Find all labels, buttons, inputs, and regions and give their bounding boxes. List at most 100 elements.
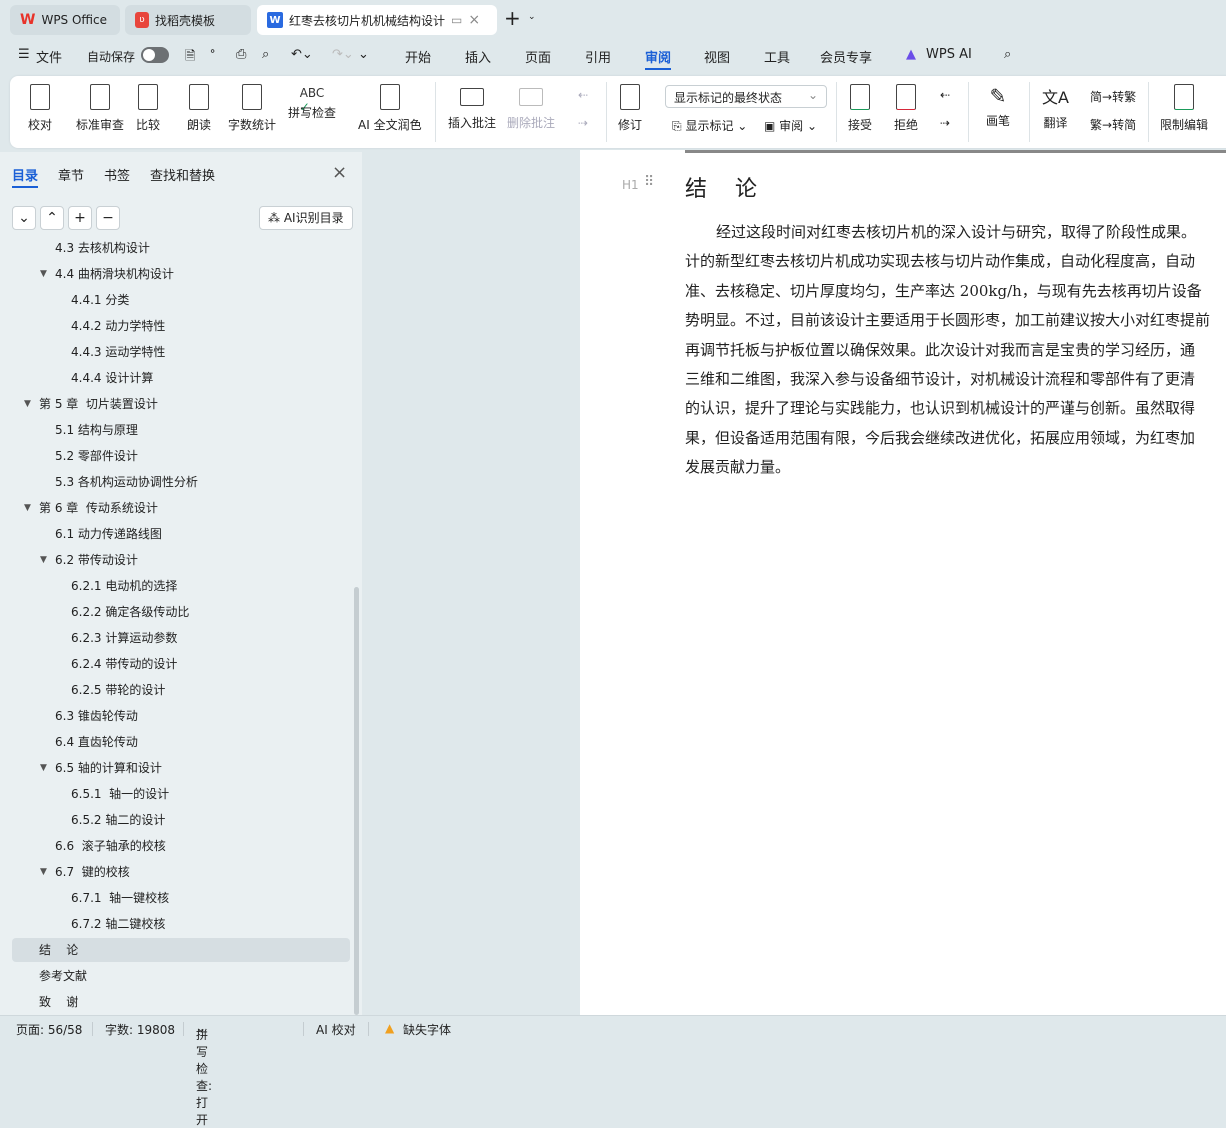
expand-arrow-icon[interactable]: ▼ xyxy=(24,392,31,416)
tab-document[interactable]: W 红枣去核切片机机械结构设计 ▭ × xyxy=(257,5,497,35)
previous-comment-icon[interactable]: ⇠ xyxy=(578,88,588,102)
toc-item[interactable]: ▼ 4.4 曲柄滑块机构设计 xyxy=(12,262,350,286)
translate-button[interactable]: 文A 翻译 xyxy=(1042,76,1069,131)
toc-item[interactable]: 6.2.3 计算运动参数 xyxy=(12,626,350,650)
menu-reference[interactable]: 引用 xyxy=(585,47,611,66)
toc-item[interactable]: 4.4.1 分类 xyxy=(12,288,350,312)
undo-icon[interactable]: ↶⌄ xyxy=(291,47,313,62)
ai-toc-button[interactable]: ⁂ AI识别目录 xyxy=(259,206,353,230)
expand-arrow-icon[interactable]: ▼ xyxy=(40,548,47,572)
proofread-button[interactable]: 校对 xyxy=(28,76,52,133)
toc-item[interactable]: 4.3 去核机构设计 xyxy=(12,240,350,260)
toc-item[interactable]: 6.5.1 轴一的设计 xyxy=(12,782,350,806)
toc-scrollbar[interactable] xyxy=(354,587,359,1015)
print-preview-icon[interactable]: ⌕ xyxy=(262,47,269,62)
expand-arrow-icon[interactable]: ▼ xyxy=(40,262,47,286)
toc-item[interactable]: 6.2.1 电动机的选择 xyxy=(12,574,350,598)
drag-handle-icon[interactable]: ⠿ xyxy=(644,174,654,190)
spell-check-status[interactable]: 拼写检查: 打开 ⌄ xyxy=(196,1021,212,1127)
nav-tab-sections[interactable]: 章节 xyxy=(58,165,84,184)
track-changes-button[interactable]: 修订 xyxy=(618,76,642,133)
ai-polish-button[interactable]: AI 全文润色 xyxy=(358,76,422,133)
search-icon[interactable]: ⌕ xyxy=(1004,47,1011,62)
toc-item[interactable]: ▼ 第 5 章 切片装置设计 xyxy=(12,392,350,416)
nav-tab-bookmarks[interactable]: 书签 xyxy=(104,165,130,184)
previous-change-icon[interactable]: ⇠ xyxy=(940,88,950,102)
ai-check-status[interactable]: AI 校对 xyxy=(316,1021,356,1038)
to-simplified-button[interactable]: 繁→转简 xyxy=(1090,116,1136,133)
print-icon[interactable]: ⎙ xyxy=(236,47,246,62)
menu-page[interactable]: 页面 xyxy=(525,47,551,66)
read-aloud-button[interactable]: 朗读 xyxy=(187,76,211,133)
redo-icon[interactable]: ↷⌄ xyxy=(332,47,354,62)
chevron-down-icon[interactable]: ⌄ xyxy=(528,12,536,22)
menu-member[interactable]: 会员专享 xyxy=(820,47,872,66)
menu-review[interactable]: 审阅 xyxy=(645,47,672,70)
expand-arrow-icon[interactable]: ▼ xyxy=(40,860,47,884)
toc-item[interactable]: 6.5.2 轴二的设计 xyxy=(12,808,350,832)
nav-tab-find-replace[interactable]: 查找和替换 xyxy=(150,165,215,184)
add-heading-button[interactable]: + xyxy=(68,206,92,230)
toc-item[interactable]: ▼ 6.2 带传动设计 xyxy=(12,548,350,572)
save-icon[interactable]: 🗎 xyxy=(185,47,195,69)
menu-start[interactable]: 开始 xyxy=(405,47,431,66)
restrict-edit-button[interactable]: 限制编辑 xyxy=(1160,76,1208,133)
toc-item[interactable]: 6.6 滚子轴承的校核 xyxy=(12,834,350,858)
spell-check-button[interactable]: ABC ✓ 拼写检查 xyxy=(288,76,336,121)
toc-item[interactable]: 6.2.4 带传动的设计 xyxy=(12,652,350,676)
next-comment-icon[interactable]: ⇢ xyxy=(578,116,588,130)
toc-item[interactable]: 6.7.2 轴二键校核 xyxy=(12,912,350,936)
close-icon[interactable]: × xyxy=(468,12,480,28)
collapse-all-button[interactable]: ⌄ xyxy=(12,206,36,230)
next-change-icon[interactable]: ⇢ xyxy=(940,116,950,130)
missing-font-status[interactable]: 缺失字体 xyxy=(403,1021,451,1038)
show-markup-button[interactable]: ⎘ 显示标记 ⌄ xyxy=(672,117,747,134)
menu-insert[interactable]: 插入 xyxy=(465,47,491,66)
word-count[interactable]: 字数: 19808 xyxy=(105,1021,175,1038)
toc-item[interactable]: 结 论 xyxy=(12,938,350,962)
close-icon[interactable]: × xyxy=(332,162,347,183)
review-pane-button[interactable]: ▣ 审阅 ⌄ xyxy=(764,117,817,134)
toc-item[interactable]: 4.4.4 设计计算 xyxy=(12,366,350,390)
toc-item[interactable]: 5.1 结构与原理 xyxy=(12,418,350,442)
toc-item[interactable]: 6.3 锥齿轮传动 xyxy=(12,704,350,728)
to-traditional-button[interactable]: 简→转繁 xyxy=(1090,88,1136,105)
document-body[interactable]: 经过这段时间对红枣去核切片机的深入设计与研究，取得了阶段性成果。 计的新型红枣去核… xyxy=(685,218,1210,483)
share-icon[interactable]: ᐤ xyxy=(210,47,215,62)
compare-button[interactable]: 比较 xyxy=(136,76,160,133)
toc-item[interactable]: 4.4.3 运动学特性 xyxy=(12,340,350,364)
toc-item[interactable]: 5.2 零部件设计 xyxy=(12,444,350,468)
toc-item[interactable]: ▼ 6.7 键的校核 xyxy=(12,860,350,884)
tab-wps-office[interactable]: W WPS Office xyxy=(10,5,120,35)
menu-tools[interactable]: 工具 xyxy=(764,47,790,66)
remove-heading-button[interactable]: − xyxy=(96,206,120,230)
expand-arrow-icon[interactable]: ▼ xyxy=(40,756,47,780)
toc-item[interactable]: 6.1 动力传递路线图 xyxy=(12,522,350,546)
menu-wps-ai[interactable]: WPS AI xyxy=(926,47,972,62)
accept-button[interactable]: 接受 xyxy=(848,76,872,133)
delete-comment-button[interactable]: 删除批注 xyxy=(507,76,555,131)
insert-comment-button[interactable]: 插入批注 xyxy=(448,76,496,131)
new-tab-icon[interactable]: + xyxy=(504,6,521,30)
expand-up-button[interactable]: ⌃ xyxy=(40,206,64,230)
toc-item[interactable]: 6.2.5 带轮的设计 xyxy=(12,678,350,702)
toc-item[interactable]: 6.4 直齿轮传动 xyxy=(12,730,350,754)
more-icon[interactable]: ⌄ xyxy=(358,47,369,62)
toc-item[interactable]: ▼ 第 6 章 传动系统设计 xyxy=(12,496,350,520)
toc-item[interactable]: 致 谢 xyxy=(12,990,350,1014)
pen-button[interactable]: ✎ 画笔 xyxy=(986,76,1010,129)
tab-docer[interactable]: ʋ 找稻壳模板 xyxy=(125,5,251,35)
page-indicator[interactable]: 页面: 56/58 xyxy=(16,1021,82,1038)
reject-button[interactable]: 拒绝 xyxy=(894,76,918,133)
toc-item[interactable]: 参考文献 xyxy=(12,964,350,988)
file-menu[interactable]: 文件 xyxy=(36,47,62,66)
markup-state-select[interactable]: 显示标记的最终状态 ⌄ xyxy=(665,85,827,108)
toc-item[interactable]: 6.7.1 轴一键校核 xyxy=(12,886,350,910)
monitor-icon[interactable]: ▭ xyxy=(451,13,462,27)
nav-tab-toc[interactable]: 目录 xyxy=(12,165,39,188)
menu-view[interactable]: 视图 xyxy=(704,47,730,66)
autosave-toggle[interactable] xyxy=(141,47,169,63)
toc-item[interactable]: 5.3 各机构运动协调性分析 xyxy=(12,470,350,494)
toc-item[interactable]: ▼ 6.5 轴的计算和设计 xyxy=(12,756,350,780)
toc-item[interactable]: 6.2.2 确定各级传动比 xyxy=(12,600,350,624)
